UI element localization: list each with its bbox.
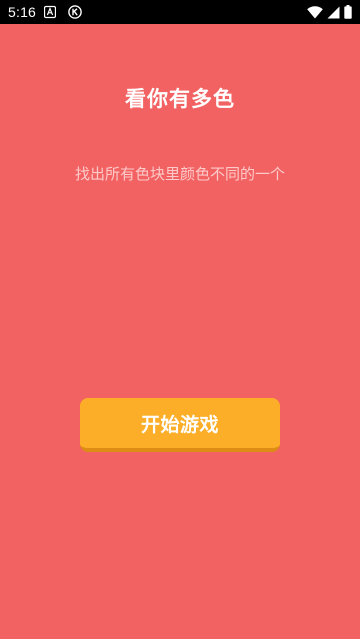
text-a-icon xyxy=(44,5,56,19)
page-title: 看你有多色 xyxy=(125,87,235,111)
status-time: 5:16 xyxy=(8,4,37,20)
start-game-button[interactable]: 开始游戏 xyxy=(80,398,280,452)
battery-icon xyxy=(344,5,352,19)
system-status-icons xyxy=(307,5,352,19)
k-circle-icon xyxy=(68,5,82,19)
wifi-icon xyxy=(307,5,323,18)
status-bar: 5:16 xyxy=(0,0,360,24)
cell-signal-icon xyxy=(327,6,340,18)
page-subtitle: 找出所有色块里颜色不同的一个 xyxy=(74,165,285,183)
